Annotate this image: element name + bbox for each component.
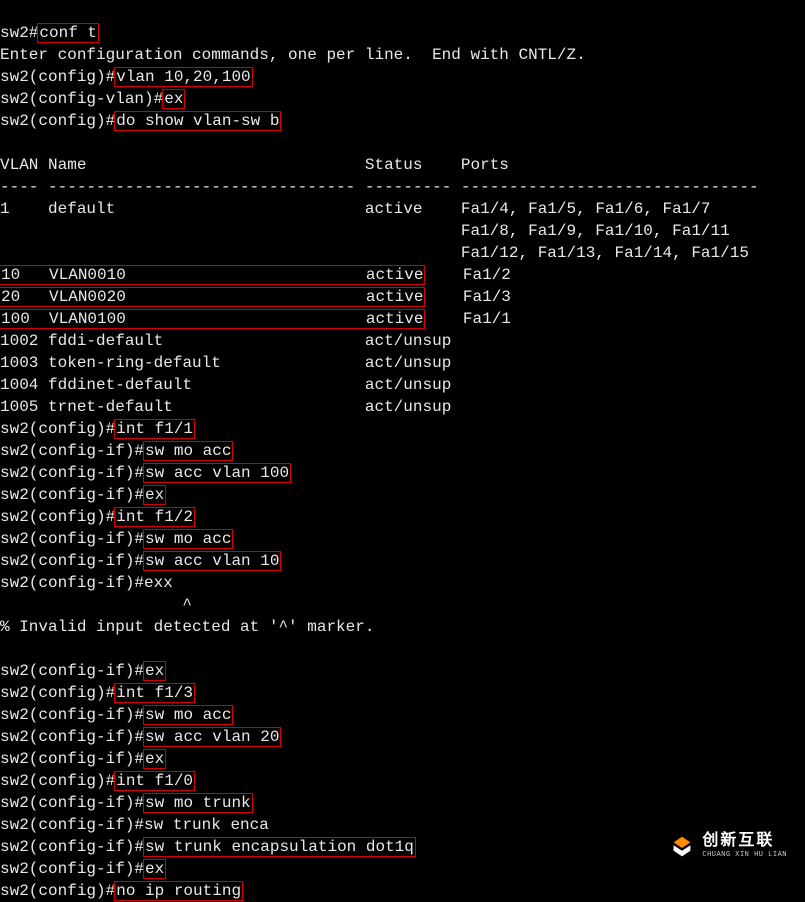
prompt-config-if: sw2(config-if)# — [0, 486, 144, 504]
vlan-id: 1 — [0, 200, 10, 218]
vlan-status: act/unsup — [365, 354, 451, 372]
cmd-int-f11: int f1/1 — [114, 419, 195, 439]
vlan-row-20: 20 VLAN0020 active — [0, 287, 425, 307]
prompt-config: sw2(config)# — [0, 882, 115, 900]
vlan-ports: Fa1/12, Fa1/13, Fa1/14, Fa1/15 — [461, 244, 749, 262]
prompt-config: sw2(config)# — [0, 684, 115, 702]
vlan-id: 1002 — [0, 332, 38, 350]
sep: ---- — [0, 178, 38, 196]
prompt-config-if: sw2(config-if)# — [0, 442, 144, 460]
prompt-config-vlan: sw2(config-vlan)# — [0, 90, 163, 108]
logo-icon — [668, 834, 696, 862]
cmd-int-f10: int f1/0 — [114, 771, 195, 791]
cmd-sw-acc-vlan-100: sw acc vlan 100 — [143, 463, 291, 483]
cmd-sw-mo-acc: sw mo acc — [143, 529, 233, 549]
cmd-ex: ex — [162, 89, 185, 109]
vlan-ports: Fa1/3 — [463, 288, 511, 306]
sep: ------------------------------- — [461, 178, 759, 196]
hdr-ports: Ports — [461, 156, 509, 174]
cmd-vlan-create: vlan 10,20,100 — [114, 67, 252, 87]
vlan-name: trnet-default — [48, 398, 173, 416]
vlan-row-100: 100 VLAN0100 active — [0, 309, 425, 329]
vlan-id: 1005 — [0, 398, 38, 416]
prompt-config-if: sw2(config-if)# — [0, 860, 144, 878]
vlan-name: token-ring-default — [48, 354, 221, 372]
sep: -------------------------------- — [48, 178, 355, 196]
prompt-config: sw2(config)# — [0, 68, 115, 86]
prompt-config-if: sw2(config-if)# — [0, 750, 144, 768]
terminal-output: sw2#conf t Enter configuration commands,… — [0, 0, 805, 902]
sep: --------- — [365, 178, 451, 196]
prompt-config: sw2(config)# — [0, 772, 115, 790]
cmd-do-show: do show vlan-sw b — [114, 111, 281, 131]
vlan-ports: Fa1/8, Fa1/9, Fa1/10, Fa1/11 — [461, 222, 730, 240]
watermark-logo: 创新互联 CHUANG XIN HU LIAN — [668, 834, 787, 862]
cmd-sw-mo-acc: sw mo acc — [143, 705, 233, 725]
prompt: sw2# — [0, 24, 38, 42]
prompt-config-if: sw2(config-if)# — [0, 662, 144, 680]
cmd-sw-mo-trunk: sw mo trunk — [143, 793, 253, 813]
vlan-name: default — [48, 200, 115, 218]
vlan-status: act/unsup — [365, 376, 451, 394]
prompt-config-if: sw2(config-if)# — [0, 728, 144, 746]
msg-invalid: % Invalid input detected at '^' marker. — [0, 618, 374, 636]
prompt-config-if: sw2(config-if)# — [0, 530, 144, 548]
prompt-config: sw2(config)# — [0, 508, 115, 526]
vlan-id: 1004 — [0, 376, 38, 394]
vlan-status: act/unsup — [365, 332, 451, 350]
prompt-config: sw2(config)# — [0, 112, 115, 130]
msg-enter-conf: Enter configuration commands, one per li… — [0, 46, 586, 64]
vlan-status: act/unsup — [365, 398, 451, 416]
hdr-status: Status — [365, 156, 423, 174]
vlan-row-10: 10 VLAN0010 active — [0, 265, 425, 285]
cmd-ex: ex — [143, 661, 166, 681]
cmd-ex: ex — [143, 859, 166, 879]
caret-marker: ^ — [0, 596, 192, 614]
prompt-config-if: sw2(config-if)# — [0, 794, 144, 812]
prompt-config-if: sw2(config-if)# — [0, 574, 144, 592]
cmd-int-f13: int f1/3 — [114, 683, 195, 703]
cmd-sw-acc-vlan-20: sw acc vlan 20 — [143, 727, 281, 747]
vlan-status: active — [365, 200, 423, 218]
cmd-sw-trunk-enca: sw trunk enca — [144, 816, 269, 834]
prompt-config-if: sw2(config-if)# — [0, 838, 144, 856]
cmd-sw-acc-vlan-10: sw acc vlan 10 — [143, 551, 281, 571]
hdr-vlan: VLAN — [0, 156, 38, 174]
vlan-name: fddinet-default — [48, 376, 192, 394]
prompt-config: sw2(config)# — [0, 420, 115, 438]
prompt-config-if: sw2(config-if)# — [0, 706, 144, 724]
vlan-ports: Fa1/1 — [463, 310, 511, 328]
prompt-config-if: sw2(config-if)# — [0, 552, 144, 570]
cmd-exx: exx — [144, 574, 173, 592]
cmd-sw-trunk-encap-dot1q: sw trunk encapsulation dot1q — [143, 837, 416, 857]
prompt-config-if: sw2(config-if)# — [0, 464, 144, 482]
cmd-conf-t: conf t — [37, 23, 99, 43]
vlan-name: fddi-default — [48, 332, 163, 350]
hdr-name: Name — [48, 156, 86, 174]
cmd-ex: ex — [143, 749, 166, 769]
prompt-config-if: sw2(config-if)# — [0, 816, 144, 834]
logo-text-cn: 创新互联 — [702, 834, 787, 848]
vlan-ports: Fa1/2 — [463, 266, 511, 284]
cmd-int-f12: int f1/2 — [114, 507, 195, 527]
cmd-sw-mo-acc: sw mo acc — [143, 441, 233, 461]
vlan-ports: Fa1/4, Fa1/5, Fa1/6, Fa1/7 — [461, 200, 711, 218]
vlan-id: 1003 — [0, 354, 38, 372]
logo-text-en: CHUANG XIN HU LIAN — [702, 848, 787, 862]
cmd-no-ip-routing: no ip routing — [114, 881, 243, 901]
cmd-ex: ex — [143, 485, 166, 505]
